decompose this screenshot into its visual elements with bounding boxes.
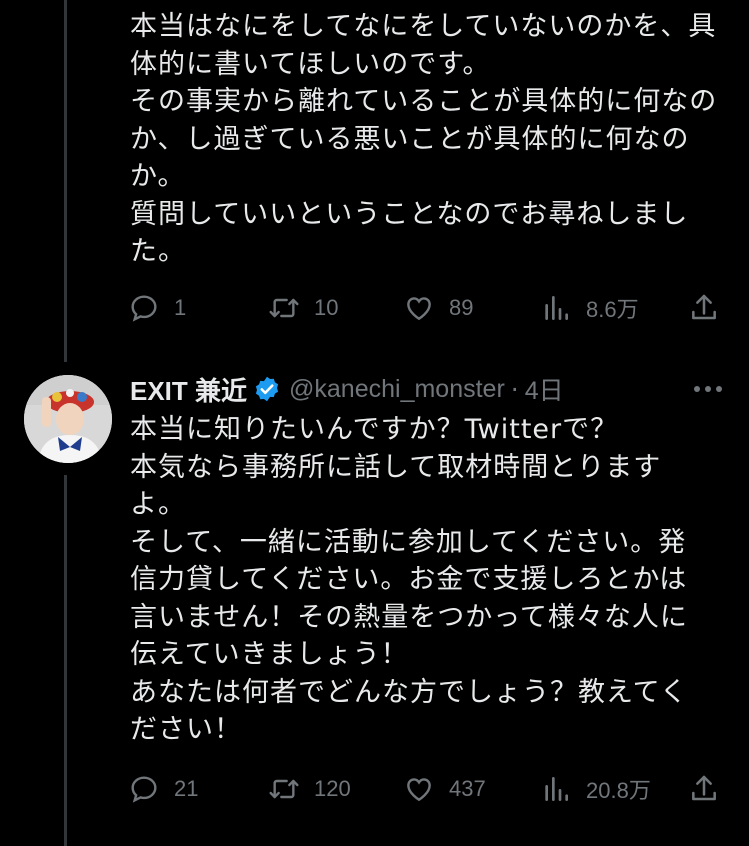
tweet-header: EXIT 兼近 @kanechi_monster · 4日: [130, 369, 564, 409]
views-count: 8.6万: [586, 297, 639, 322]
thread-line-top: [64, 0, 67, 362]
reply-button[interactable]: 21: [128, 769, 198, 809]
text-line: 本気なら事務所に話して取材時間とります: [130, 451, 662, 483]
retweet-count: 120: [314, 776, 351, 801]
text-line: か。: [130, 161, 186, 192]
share-button[interactable]: [688, 769, 720, 809]
share-icon: [692, 294, 716, 320]
text-line: た。: [130, 236, 186, 267]
tweet-timestamp[interactable]: 4日: [525, 371, 564, 407]
text-line: 言いません！その熱量をつかって様々な人に: [130, 601, 688, 633]
avatar-photo: [24, 375, 112, 463]
avatar[interactable]: [24, 375, 112, 463]
views-icon: [545, 777, 568, 801]
views-button[interactable]: 20.8万: [540, 769, 651, 809]
more-icon[interactable]: [690, 376, 726, 402]
share-button[interactable]: [688, 288, 720, 328]
text-line: 本当に知りたいんですか？Twitterで？: [130, 414, 619, 445]
parent-tweet-text: 本当はなにをしてなにをしていないのかを、具 体的に書いてほしいのです。 その事実…: [130, 8, 730, 271]
like-count: 437: [449, 776, 486, 801]
reply-count: 1: [174, 295, 187, 320]
reply-tweet-actions: 21 120 437 20.8万: [128, 769, 728, 809]
retweet-icon: [269, 779, 299, 799]
retweet-count: 10: [314, 295, 339, 320]
text-line: 体的に書いてほしいのです。: [130, 48, 491, 80]
parent-tweet-actions: 1 10 89 8.6万: [128, 288, 728, 328]
like-button[interactable]: 437: [403, 769, 486, 809]
retweet-icon: [269, 298, 299, 318]
reply-button[interactable]: 1: [128, 288, 186, 328]
reply-count: 21: [174, 776, 199, 801]
like-count: 89: [449, 295, 474, 320]
author-name[interactable]: EXIT 兼近: [130, 371, 247, 408]
text-line: そして、一緒に活動に参加してください。発: [130, 526, 687, 558]
text-line: ださい！: [130, 714, 242, 745]
text-line: 伝えていきましょう！: [130, 639, 409, 670]
text-line: か、し過ぎている悪いことが具体的に何なの: [130, 123, 690, 155]
retweet-button[interactable]: 10: [268, 288, 338, 328]
share-icon: [692, 775, 716, 801]
views-button[interactable]: 8.6万: [540, 288, 639, 328]
text-line: 信力貸してください。お金で支援しろとかは: [130, 564, 688, 595]
heart-icon: [407, 778, 431, 802]
text-line: よ。: [130, 489, 186, 520]
verified-badge-icon: [255, 376, 279, 402]
reply-icon: [131, 776, 157, 803]
heart-icon: [407, 297, 431, 321]
retweet-button[interactable]: 120: [268, 769, 351, 809]
views-count: 20.8万: [586, 778, 651, 803]
text-line: あなたは何者でどんな方でしょう？教えてく: [130, 676, 688, 708]
thread-line-bottom: [64, 475, 67, 846]
like-button[interactable]: 89: [403, 288, 473, 328]
author-handle[interactable]: @kanechi_monster: [289, 375, 505, 404]
reply-icon: [131, 295, 157, 322]
text-line: その事実から離れていることが具体的に何なの: [130, 86, 718, 117]
text-line: 質問していいということなのでお尋ねしまし: [130, 198, 689, 230]
header-separator: ·: [510, 374, 519, 404]
views-icon: [545, 296, 568, 320]
text-line: 本当はなにをしてなにをしていないのかを、具: [130, 11, 717, 42]
reply-tweet-text: 本当に知りたいんですか？Twitterで？ 本気なら事務所に話して取材時間とりま…: [130, 411, 730, 749]
